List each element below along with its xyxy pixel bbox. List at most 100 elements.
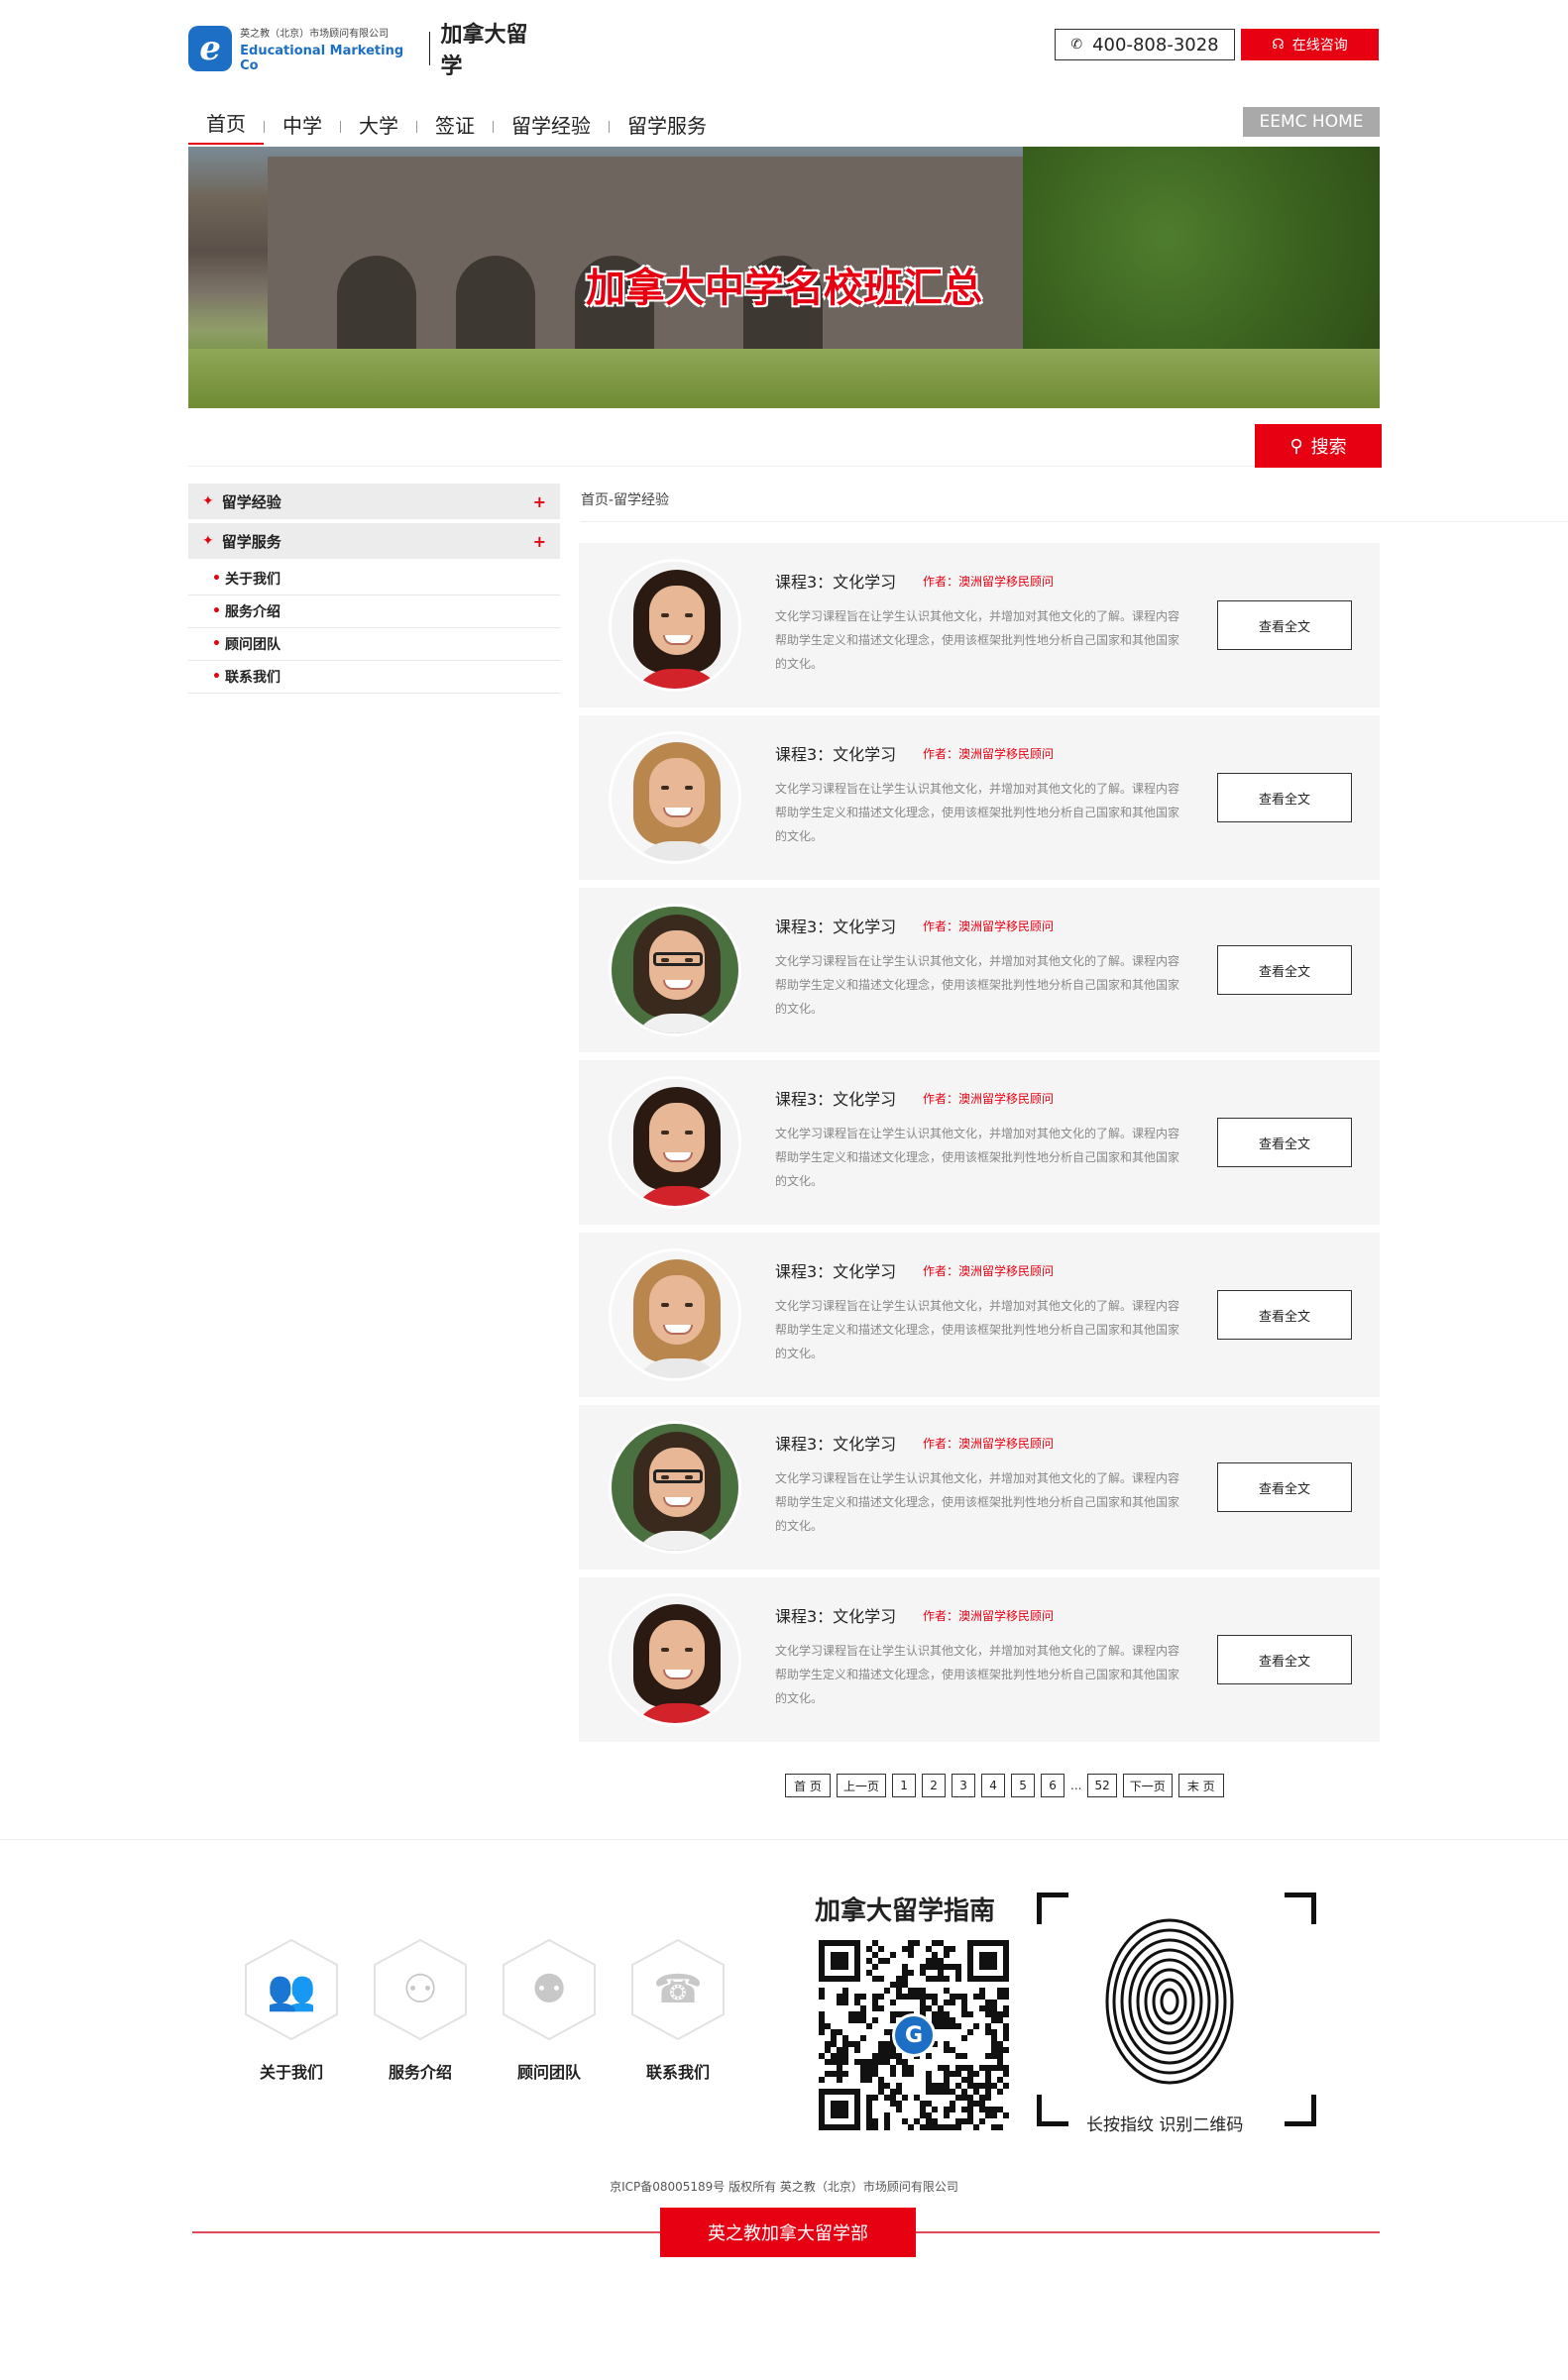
read-more-button[interactable]: 查看全文 xyxy=(1217,1118,1352,1167)
author-avatar xyxy=(609,1593,741,1726)
nav-middle-school[interactable]: 中学 xyxy=(265,110,340,145)
eemc-home-link[interactable]: EEMC HOME xyxy=(1243,107,1380,137)
article-card: 课程3：文化学习 作者：澳洲留学移民顾问 文化学习课程旨在让学生认识其他文化，并增加… xyxy=(579,888,1380,1052)
sidebar-item-team[interactable]: • 顾问团队 xyxy=(188,628,560,661)
breadcrumb-divider xyxy=(581,521,1568,522)
sidebar-item-about[interactable]: • 关于我们 xyxy=(188,563,560,595)
footer-link-team[interactable]: ⚉ 顾问团队 xyxy=(502,1938,597,2083)
sidebar-section-label: 留学经验 xyxy=(221,492,281,511)
footer-link-services[interactable]: ⚇ 服务介绍 xyxy=(373,1938,468,2083)
footer-divider xyxy=(0,1839,1568,1840)
page-end[interactable]: 末 页 xyxy=(1177,1774,1224,1797)
article-author: 作者：澳洲留学移民顾问 xyxy=(923,1437,1055,1451)
page-number[interactable]: 3 xyxy=(952,1774,976,1797)
article-list: 课程3：文化学习 作者：澳洲留学移民顾问 文化学习课程旨在让学生认识其他文化，并增加… xyxy=(579,543,1380,1750)
nav-services[interactable]: 留学服务 xyxy=(610,110,725,145)
page-number[interactable]: 4 xyxy=(981,1774,1006,1797)
footer-link-label: 顾问团队 xyxy=(516,2063,581,2082)
headset-icon: ☊ xyxy=(1272,37,1285,53)
pagination: 首 页 上一页 1 2 3 4 5 6 ... 52 下一页 末 页 xyxy=(785,1774,1224,1797)
page-number[interactable]: 6 xyxy=(1041,1774,1065,1797)
meeting-icon: ⚇ xyxy=(402,1967,438,2012)
department-badge[interactable]: 英之教加拿大留学部 xyxy=(660,2208,916,2257)
article-title[interactable]: 课程3：文化学习 xyxy=(775,914,896,937)
article-summary: 文化学习课程旨在让学生认识其他文化，并增加对其他文化的了解。课程内容帮助学生定义… xyxy=(775,609,1180,671)
article-summary: 文化学习课程旨在让学生认识其他文化，并增加对其他文化的了解。课程内容帮助学生定义… xyxy=(775,782,1180,843)
read-more-button[interactable]: 查看全文 xyxy=(1217,600,1352,650)
article-author: 作者：澳洲留学移民顾问 xyxy=(923,1264,1055,1278)
search-input[interactable] xyxy=(188,466,1255,467)
fingerprint-icon[interactable] xyxy=(1100,1910,1239,2089)
sidebar-item-contact[interactable]: • 联系我们 xyxy=(188,661,560,694)
author-avatar xyxy=(609,1248,741,1381)
bullet-icon: • xyxy=(212,636,221,652)
article-author: 作者：澳洲留学移民顾问 xyxy=(923,1092,1055,1106)
breadcrumb[interactable]: 首页-留学经验 xyxy=(581,489,669,509)
page-next[interactable]: 下一页 xyxy=(1122,1774,1173,1797)
sidebar-item-services[interactable]: • 服务介绍 xyxy=(188,595,560,628)
article-author: 作者：澳洲留学移民顾问 xyxy=(923,920,1055,933)
site-logo[interactable]: e 英之教（北京）市场顾问有限公司 Educational Marketing … xyxy=(188,23,545,79)
page-number[interactable]: 5 xyxy=(1011,1774,1036,1797)
phone-number[interactable]: ✆ 400-808-3028 xyxy=(1055,29,1235,60)
footer-link-contact[interactable]: ☎ 联系我们 xyxy=(630,1938,726,2083)
bullet-icon: • xyxy=(212,571,221,587)
nav-university[interactable]: 大学 xyxy=(341,110,416,145)
sidebar-item-label: 联系我们 xyxy=(224,670,280,686)
search-button[interactable]: ⚲ 搜索 xyxy=(1255,424,1382,468)
article-card: 课程3：文化学习 作者：澳洲留学移民顾问文化学习课程旨在让学生认识其他文化，并增加… xyxy=(579,715,1380,880)
phone-text: 400-808-3028 xyxy=(1092,34,1219,55)
page-ellipsis: ... xyxy=(1070,1779,1082,1792)
phone-icon: ☎ xyxy=(653,1967,703,2012)
nav-experience[interactable]: 留学经验 xyxy=(494,110,609,145)
article-title[interactable]: 课程3：文化学习 xyxy=(775,1431,896,1455)
expand-icon[interactable]: + xyxy=(533,492,546,511)
author-avatar xyxy=(609,904,741,1036)
footer-link-about[interactable]: 👥 关于我们 xyxy=(244,1938,339,2083)
logo-e-icon: e xyxy=(188,26,233,71)
article-title[interactable]: 课程3：文化学习 xyxy=(775,1258,896,1282)
scan-corner xyxy=(1285,2095,1316,2126)
article-card: 课程3：文化学习 作者：澳洲留学移民顾问 文化学习课程旨在让学生认识其他文化，并增加… xyxy=(579,543,1380,707)
banner-lawn xyxy=(188,349,1380,408)
read-more-button[interactable]: 查看全文 xyxy=(1217,1635,1352,1684)
article-card: 课程3：文化学习 作者：澳洲留学移民顾问文化学习课程旨在让学生认识其他文化，并增加… xyxy=(579,1405,1380,1569)
page-number[interactable]: 2 xyxy=(922,1774,947,1797)
nav-home[interactable]: 首页 xyxy=(188,108,264,145)
nav-visa[interactable]: 签证 xyxy=(417,110,493,145)
phone-icon: ✆ xyxy=(1070,37,1083,53)
bullet-icon: • xyxy=(212,669,221,685)
fingerprint-label: 长按指纹 识别二维码 xyxy=(1086,2115,1244,2135)
expand-icon[interactable]: + xyxy=(533,532,546,551)
footer-links: 👥 关于我们 ⚇ 服务介绍 ⚉ 顾问团队 ☎ 联系我们 xyxy=(244,1938,726,2083)
article-title[interactable]: 课程3：文化学习 xyxy=(775,741,896,765)
logo-company-en: Educational Marketing Co xyxy=(240,43,404,73)
online-consult-button[interactable]: ☊ 在线咨询 xyxy=(1241,29,1379,60)
sidebar-section-experience[interactable]: ✦ 留学经验 + xyxy=(188,484,560,519)
bullet-icon: • xyxy=(212,603,221,619)
article-author: 作者：澳洲留学移民顾问 xyxy=(923,747,1055,761)
read-more-button[interactable]: 查看全文 xyxy=(1217,773,1352,822)
maple-leaf-icon: ✦ xyxy=(202,533,214,549)
article-summary: 文化学习课程旨在让学生认识其他文化，并增加对其他文化的了解。课程内容帮助学生定义… xyxy=(775,1471,1180,1533)
article-author: 作者：澳洲留学移民顾问 xyxy=(923,1609,1055,1623)
author-avatar xyxy=(609,1076,741,1209)
read-more-button[interactable]: 查看全文 xyxy=(1217,1462,1352,1512)
page-number[interactable]: 1 xyxy=(892,1774,917,1797)
article-card: 课程3：文化学习 作者：澳洲留学移民顾问 文化学习课程旨在让学生认识其他文化，并增加… xyxy=(579,1060,1380,1225)
page-prev[interactable]: 上一页 xyxy=(837,1774,887,1797)
read-more-button[interactable]: 查看全文 xyxy=(1217,1290,1352,1340)
page-number-last[interactable]: 52 xyxy=(1087,1774,1117,1797)
read-more-button[interactable]: 查看全文 xyxy=(1217,945,1352,995)
article-title[interactable]: 课程3：文化学习 xyxy=(775,1086,896,1110)
article-title[interactable]: 课程3：文化学习 xyxy=(775,569,896,593)
sidebar-item-label: 服务介绍 xyxy=(224,604,280,620)
site-title: 加拿大留学 xyxy=(440,23,528,79)
article-title[interactable]: 课程3：文化学习 xyxy=(775,1603,896,1627)
page-first[interactable]: 首 页 xyxy=(785,1774,831,1797)
sidebar-item-label: 顾问团队 xyxy=(224,637,280,653)
author-avatar xyxy=(609,1421,741,1554)
sidebar-section-services[interactable]: ✦ 留学服务 + xyxy=(188,523,560,559)
qr-logo-icon: G xyxy=(892,2013,936,2057)
logo-divider xyxy=(428,32,431,65)
